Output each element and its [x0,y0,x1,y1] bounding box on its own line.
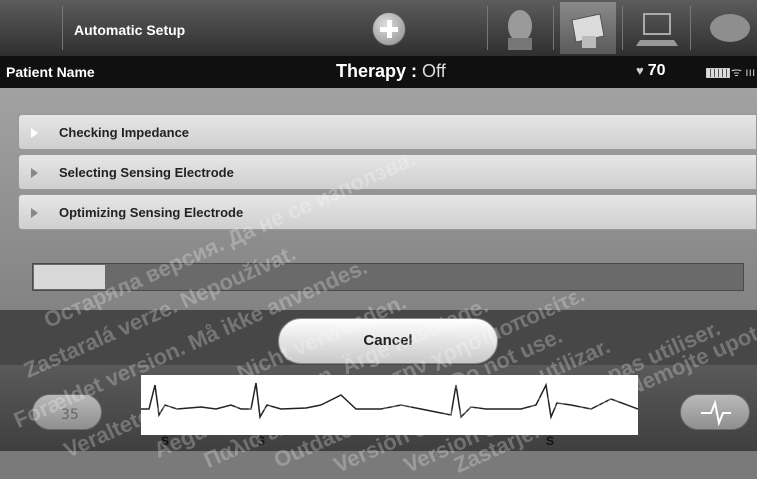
step-checking-impedance: Checking Impedance [18,114,757,150]
step-selecting-sensing: Selecting Sensing Electrode [18,154,757,190]
battery-icon [706,68,730,78]
programmer-icon[interactable] [560,2,616,54]
therapy-status: Therapy : Off [336,61,446,82]
patient-name: Patient Name [6,64,95,80]
handshake-icon[interactable] [698,2,757,54]
patient-face-icon[interactable] [496,2,544,54]
step-label: Selecting Sensing Electrode [59,165,234,180]
divider [62,6,63,50]
laptop-icon[interactable] [630,2,684,54]
divider [690,6,691,50]
ecg-capture-button[interactable] [680,394,750,430]
telemetry-signal-icon: ᯤ ııı [731,65,756,79]
divider [553,6,554,50]
setup-progress-bar [32,263,744,291]
heart-rate-value: 70 [647,62,666,79]
svg-text:35: 35 [61,407,79,423]
heart-icon: ♥ [636,63,644,78]
divider [487,6,488,50]
sense-marker: S [257,434,266,448]
sense-marker: S [161,434,170,448]
progress-fill [34,265,105,289]
heart-rate: ♥ 70 [636,62,666,80]
therapy-label: Therapy : [336,61,418,81]
cancel-button[interactable]: Cancel [278,318,498,364]
step-label: Optimizing Sensing Electrode [59,205,244,220]
status-bar: Patient Name Therapy : Off ♥ 70 ᯤ ııı [0,56,757,88]
screen-title: Automatic Setup [74,22,186,38]
expand-arrow-icon [31,208,38,218]
expand-arrow-icon [31,168,38,178]
rewind-icon: 35 [61,407,79,423]
ecg-trace [141,375,639,435]
ecg-wave-icon [701,399,731,427]
ecg-left-button[interactable]: 35 [32,394,102,430]
sense-marker: S [546,434,555,448]
expand-arrow-icon [31,128,38,138]
step-label: Checking Impedance [59,125,190,140]
therapy-value: Off [422,61,446,81]
step-optimizing-sensing: Optimizing Sensing Electrode [18,194,757,230]
divider [622,6,623,50]
plus-circle-icon[interactable] [372,12,406,46]
